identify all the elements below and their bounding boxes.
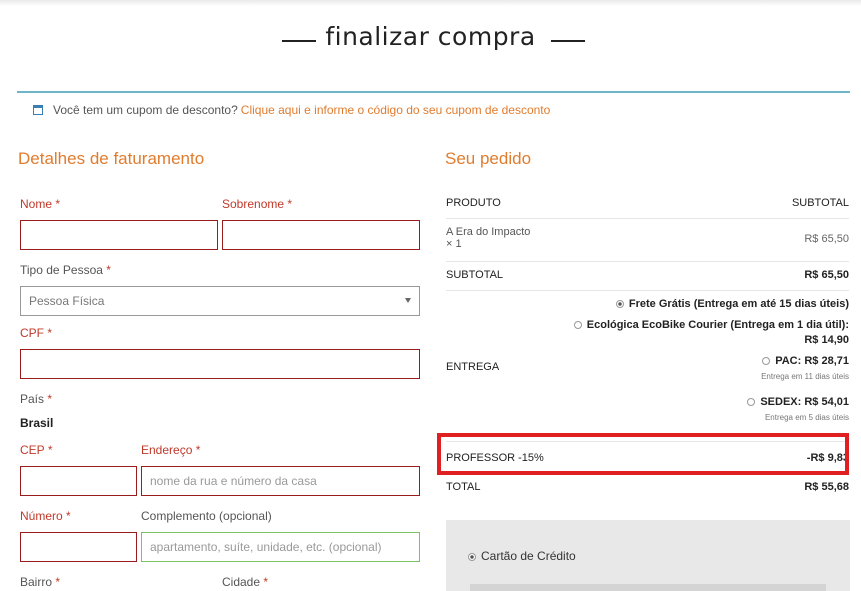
shipping-pac-sub: Entrega em 11 dias úteis [761, 372, 849, 381]
radio-selected-icon[interactable] [615, 300, 624, 309]
radio-selected-icon[interactable] [468, 552, 476, 561]
calendar-icon [33, 105, 43, 115]
cidade-label: Cidade * [222, 575, 269, 589]
radio-icon[interactable] [762, 357, 771, 366]
item-price: R$ 65,50 [804, 233, 849, 245]
pais-value: Brasil [20, 416, 54, 430]
subtotal-label: SUBTOTAL [446, 269, 504, 281]
payment-details-panel [470, 584, 826, 591]
total-label: TOTAL [446, 481, 481, 493]
subtotal-row: SUBTOTAL R$ 65,50 [446, 269, 849, 281]
tipo-pessoa-label: Tipo de Pessoa * [20, 263, 111, 277]
coupon-bar [17, 91, 850, 93]
sobrenome-input[interactable] [222, 220, 420, 250]
order-header-row: PRODUTO SUBTOTAL [446, 197, 849, 209]
shipping-option-ecobike[interactable]: Ecológica EcoBike Courier (Entrega em 1 … [573, 319, 849, 331]
coupon-text: Você tem um cupom de desconto? [53, 103, 238, 117]
col-subtotal: SUBTOTAL [791, 197, 849, 209]
divider [446, 261, 849, 262]
item-name: A Era do Impacto [446, 226, 531, 238]
payment-method-credit-card[interactable]: Cartão de Crédito [468, 549, 576, 563]
page-title: finalizar compra [325, 22, 536, 51]
endereco-label: Endereço * [141, 443, 201, 457]
divider [446, 290, 849, 291]
total-value: R$ 55,68 [804, 481, 849, 493]
title-line-right [551, 40, 585, 42]
billing-title: Detalhes de faturamento [18, 149, 205, 168]
shipping-sedex-sub: Entrega em 5 dias úteis [764, 413, 849, 422]
shipping-option-free[interactable]: Frete Grátis (Entrega em até 15 dias úte… [615, 298, 849, 310]
order-title: Seu pedido [445, 149, 532, 168]
discount-highlight-box [437, 433, 849, 475]
coupon-link[interactable]: Clique aqui e informe o código do seu cu… [241, 103, 551, 117]
endereco-placeholder: nome da rua e número da casa [150, 474, 317, 488]
item-qty: × 1 [446, 238, 462, 250]
tipo-pessoa-select[interactable]: Pessoa Física [20, 286, 420, 316]
order-item-row: A Era do Impacto × 1 R$ 65,50 [446, 226, 849, 250]
bairro-label: Bairro * [20, 575, 61, 589]
nome-input[interactable] [20, 220, 218, 250]
top-shadow [0, 0, 861, 6]
sobrenome-label: Sobrenome * [222, 197, 293, 211]
shipping-option-ecobike-price: R$ 14,90 [804, 334, 849, 346]
cpf-label: CPF * [20, 326, 53, 340]
complemento-placeholder: apartamento, suíte, unidade, etc. (opcio… [150, 540, 382, 554]
cpf-input[interactable] [20, 349, 420, 379]
endereco-input[interactable]: nome da rua e número da casa [141, 466, 420, 496]
tipo-pessoa-value: Pessoa Física [29, 294, 105, 308]
shipping-option-pac[interactable]: PAC: R$ 28,71 [762, 355, 849, 367]
divider [446, 218, 849, 219]
complemento-input[interactable]: apartamento, suíte, unidade, etc. (opcio… [141, 532, 420, 562]
radio-icon[interactable] [573, 321, 582, 330]
total-row: TOTAL R$ 55,68 [446, 481, 849, 493]
cep-input[interactable] [20, 466, 137, 496]
chevron-down-icon [405, 298, 411, 303]
nome-label: Nome * [20, 197, 61, 211]
coupon-notice: Você tem um cupom de desconto? Clique aq… [33, 103, 550, 117]
page-title-wrap: finalizar compra [0, 22, 861, 51]
radio-icon[interactable] [747, 398, 756, 407]
complemento-label: Complemento (opcional) [141, 509, 272, 523]
shipping-option-sedex[interactable]: SEDEX: R$ 54,01 [747, 396, 849, 408]
col-product: PRODUTO [446, 197, 501, 209]
cep-label: CEP * [20, 443, 53, 457]
pais-label: País * [20, 392, 53, 406]
subtotal-value: R$ 65,50 [804, 269, 849, 281]
numero-label: Número * [20, 509, 71, 523]
numero-input[interactable] [20, 532, 137, 562]
